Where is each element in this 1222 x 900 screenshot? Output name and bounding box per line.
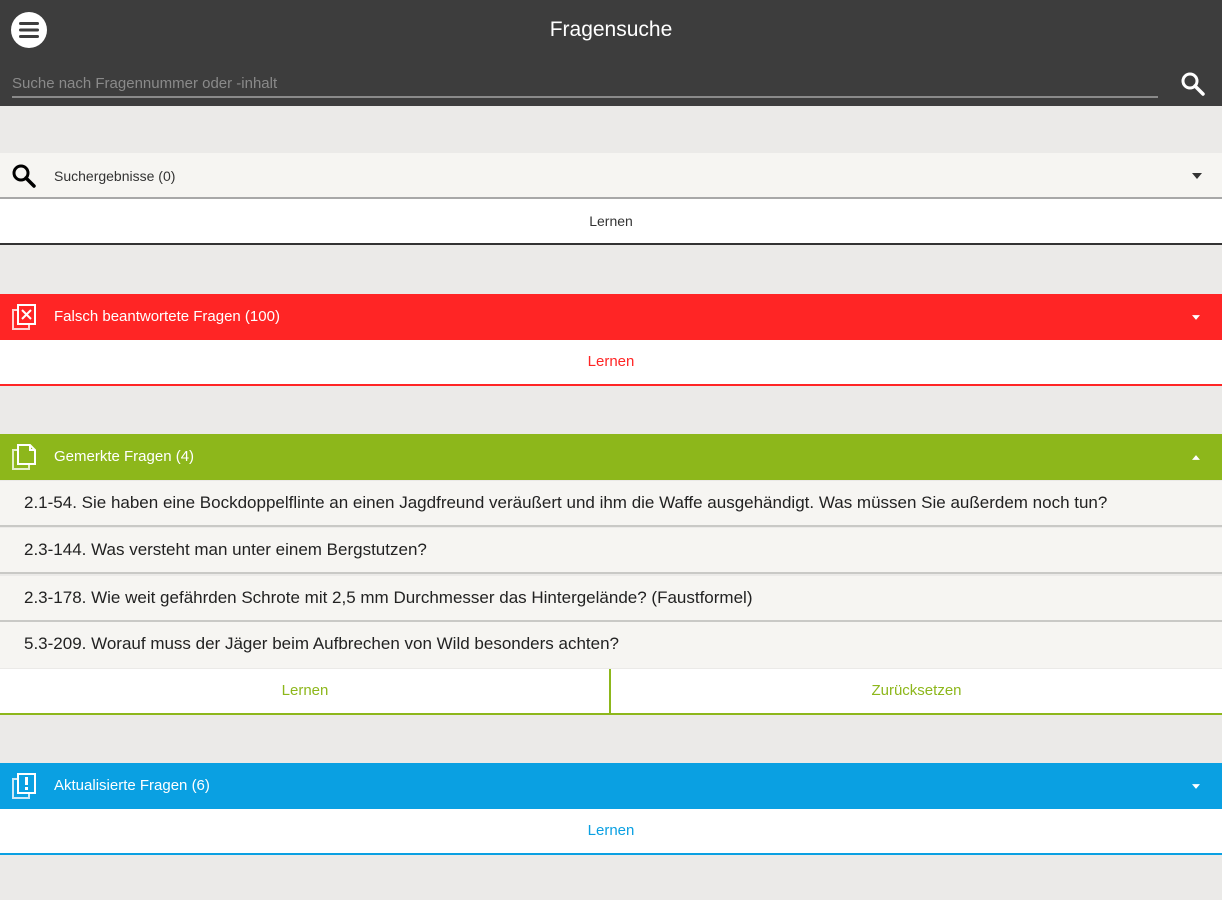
chevron-up-icon (1192, 455, 1200, 460)
learn-button-search-results[interactable]: Lernen (0, 199, 1222, 245)
bookmarked-questions-icon (10, 443, 38, 471)
learn-button-updated[interactable]: Lernen (0, 809, 1222, 855)
chevron-down-icon (1192, 784, 1200, 789)
section-label-search-results: Suchergebnisse (0) (54, 168, 176, 184)
app-header: Fragensuche (0, 0, 1222, 106)
wrong-answers-icon (10, 303, 38, 331)
search-icon (1181, 72, 1205, 96)
chevron-down-icon (1192, 315, 1200, 320)
learn-button-wrong-answers[interactable]: Lernen (0, 340, 1222, 386)
section-label-wrong-answers: Falsch beantwortete Fragen (100) (54, 308, 280, 325)
question-list-item[interactable]: 2.3-178. Wie weit gefährden Schrote mit … (0, 576, 1222, 622)
question-list-item[interactable]: 5.3-209. Worauf muss der Jäger beim Aufb… (0, 622, 1222, 668)
search-button[interactable] (1177, 68, 1209, 100)
learn-button-bookmarked[interactable]: Lernen (0, 669, 610, 715)
search-input[interactable] (12, 70, 1158, 98)
section-header-wrong-answers[interactable]: Falsch beantwortete Fragen (100) (0, 294, 1222, 340)
search-results-icon (10, 162, 38, 190)
question-list-item[interactable]: 2.3-144. Was versteht man unter einem Be… (0, 528, 1222, 574)
updated-questions-icon (10, 772, 38, 800)
section-label-updated: Aktualisierte Fragen (6) (54, 777, 210, 794)
section-label-bookmarked: Gemerkte Fragen (4) (54, 448, 195, 465)
section-header-bookmarked[interactable]: Gemerkte Fragen (4) (0, 434, 1222, 480)
section-header-updated[interactable]: Aktualisierte Fragen (6) (0, 763, 1222, 809)
reset-button-bookmarked[interactable]: Zurücksetzen (611, 669, 1222, 715)
question-list-item[interactable]: 2.1-54. Sie haben eine Bockdoppelflinte … (0, 481, 1222, 527)
page-title: Fragensuche (549, 18, 673, 41)
section-header-search-results[interactable]: Suchergebnisse (0) (0, 153, 1222, 199)
chevron-down-icon (1192, 173, 1202, 179)
